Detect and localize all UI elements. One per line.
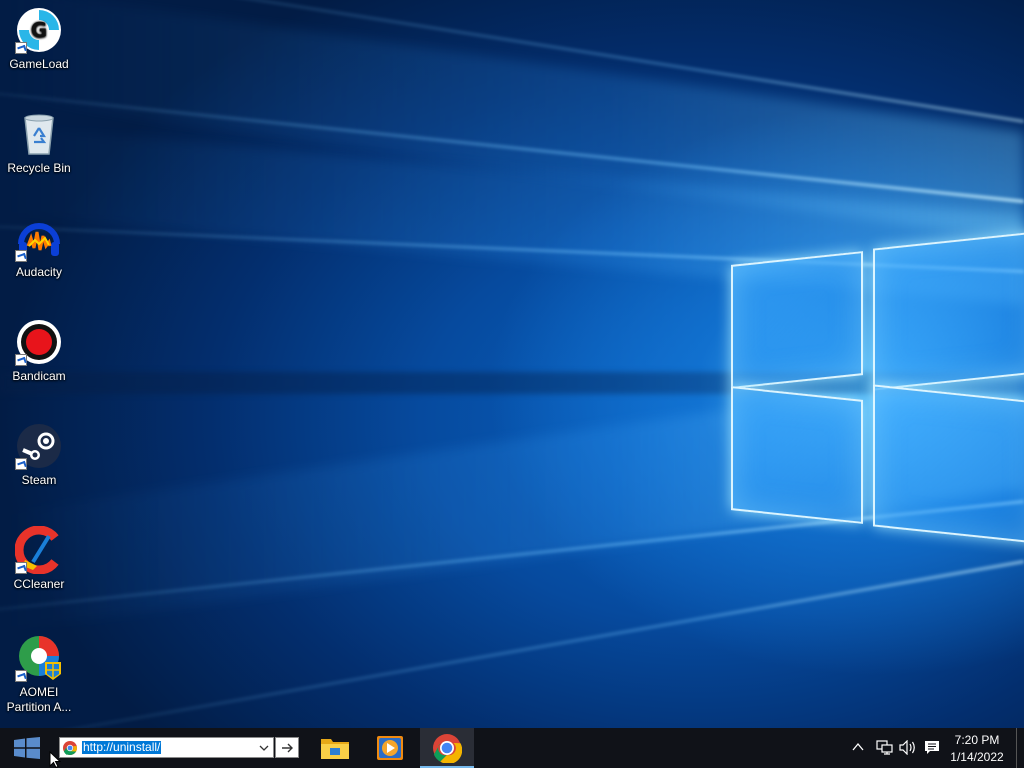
- shortcut-arrow-icon: [15, 458, 27, 470]
- desktop-icon-label: Recycle Bin: [7, 161, 71, 175]
- network-icon: [876, 740, 893, 755]
- taskbar-media-player-button[interactable]: [364, 728, 416, 768]
- recycle-bin-icon: [15, 110, 63, 158]
- taskbar-file-explorer-button[interactable]: [309, 728, 361, 768]
- volume-tray-button[interactable]: [897, 728, 919, 768]
- address-go-button[interactable]: [275, 737, 299, 758]
- chevron-down-icon[interactable]: [258, 741, 270, 753]
- show-hidden-icons-button[interactable]: [848, 728, 868, 768]
- desktop-icon-label: Bandicam: [12, 369, 66, 383]
- desktop-icon-label: Steam: [21, 473, 57, 487]
- network-tray-button[interactable]: [873, 728, 895, 768]
- shortcut-arrow-icon: [15, 42, 27, 54]
- shortcut-arrow-icon: [15, 670, 27, 682]
- shortcut-arrow-icon: [15, 354, 27, 366]
- file-explorer-icon: [321, 739, 349, 759]
- windows-logo-icon: [14, 737, 40, 759]
- desktop-icon-label: CCleaner: [13, 577, 65, 591]
- clock-date: 1/14/2022: [950, 750, 1004, 764]
- desktop-icon-aomei[interactable]: AOMEI Partition A...: [0, 634, 78, 715]
- clock-button[interactable]: 7:20 PM 1/14/2022: [942, 728, 1014, 768]
- mouse-cursor-icon: [49, 751, 61, 768]
- speaker-icon: [899, 740, 915, 755]
- chevron-up-icon: [852, 742, 864, 751]
- clock-time: 7:20 PM: [954, 733, 1000, 747]
- chrome-small-icon: [63, 741, 77, 755]
- shortcut-arrow-icon: [15, 250, 27, 262]
- desktop-icon-label: AOMEI Partition A...: [6, 685, 72, 714]
- desktop[interactable]: G GameLoad Recycle Bin Audacity Bandicam…: [0, 0, 1024, 768]
- desktop-icon-label: GameLoad: [9, 57, 69, 71]
- start-button[interactable]: [0, 728, 54, 768]
- media-player-icon: [377, 736, 403, 760]
- aomei-partition-icon: [15, 634, 63, 682]
- show-desktop-button[interactable]: [1016, 728, 1024, 768]
- address-input[interactable]: http://uninstall/: [82, 741, 162, 754]
- action-center-button[interactable]: [921, 728, 943, 768]
- arrow-right-icon: [282, 743, 293, 753]
- notification-icon: [925, 741, 939, 754]
- svg-text:G: G: [31, 18, 47, 42]
- ccleaner-icon: [14, 525, 63, 575]
- desktop-icon-gameload[interactable]: G GameLoad: [0, 6, 78, 72]
- audacity-icon: [15, 214, 63, 262]
- taskbar-chrome-button[interactable]: [420, 728, 474, 768]
- desktop-icon-bandicam[interactable]: Bandicam: [0, 318, 78, 384]
- taskbar: http://uninstall/ 7:20 PM 1/14/2022: [0, 728, 1024, 768]
- desktop-icon-label: Audacity: [15, 265, 63, 279]
- desktop-icon-steam[interactable]: Steam: [0, 422, 78, 488]
- gameload-icon: G: [15, 6, 63, 54]
- address-toolbar[interactable]: http://uninstall/: [59, 737, 274, 758]
- chrome-icon: [433, 734, 462, 763]
- shortcut-arrow-icon: [15, 562, 27, 574]
- steam-icon: [15, 422, 63, 470]
- desktop-icon-ccleaner[interactable]: CCleaner: [0, 525, 78, 592]
- desktop-icon-recycle-bin[interactable]: Recycle Bin: [0, 110, 78, 176]
- bandicam-icon: [15, 318, 63, 366]
- desktop-icon-audacity[interactable]: Audacity: [0, 214, 78, 280]
